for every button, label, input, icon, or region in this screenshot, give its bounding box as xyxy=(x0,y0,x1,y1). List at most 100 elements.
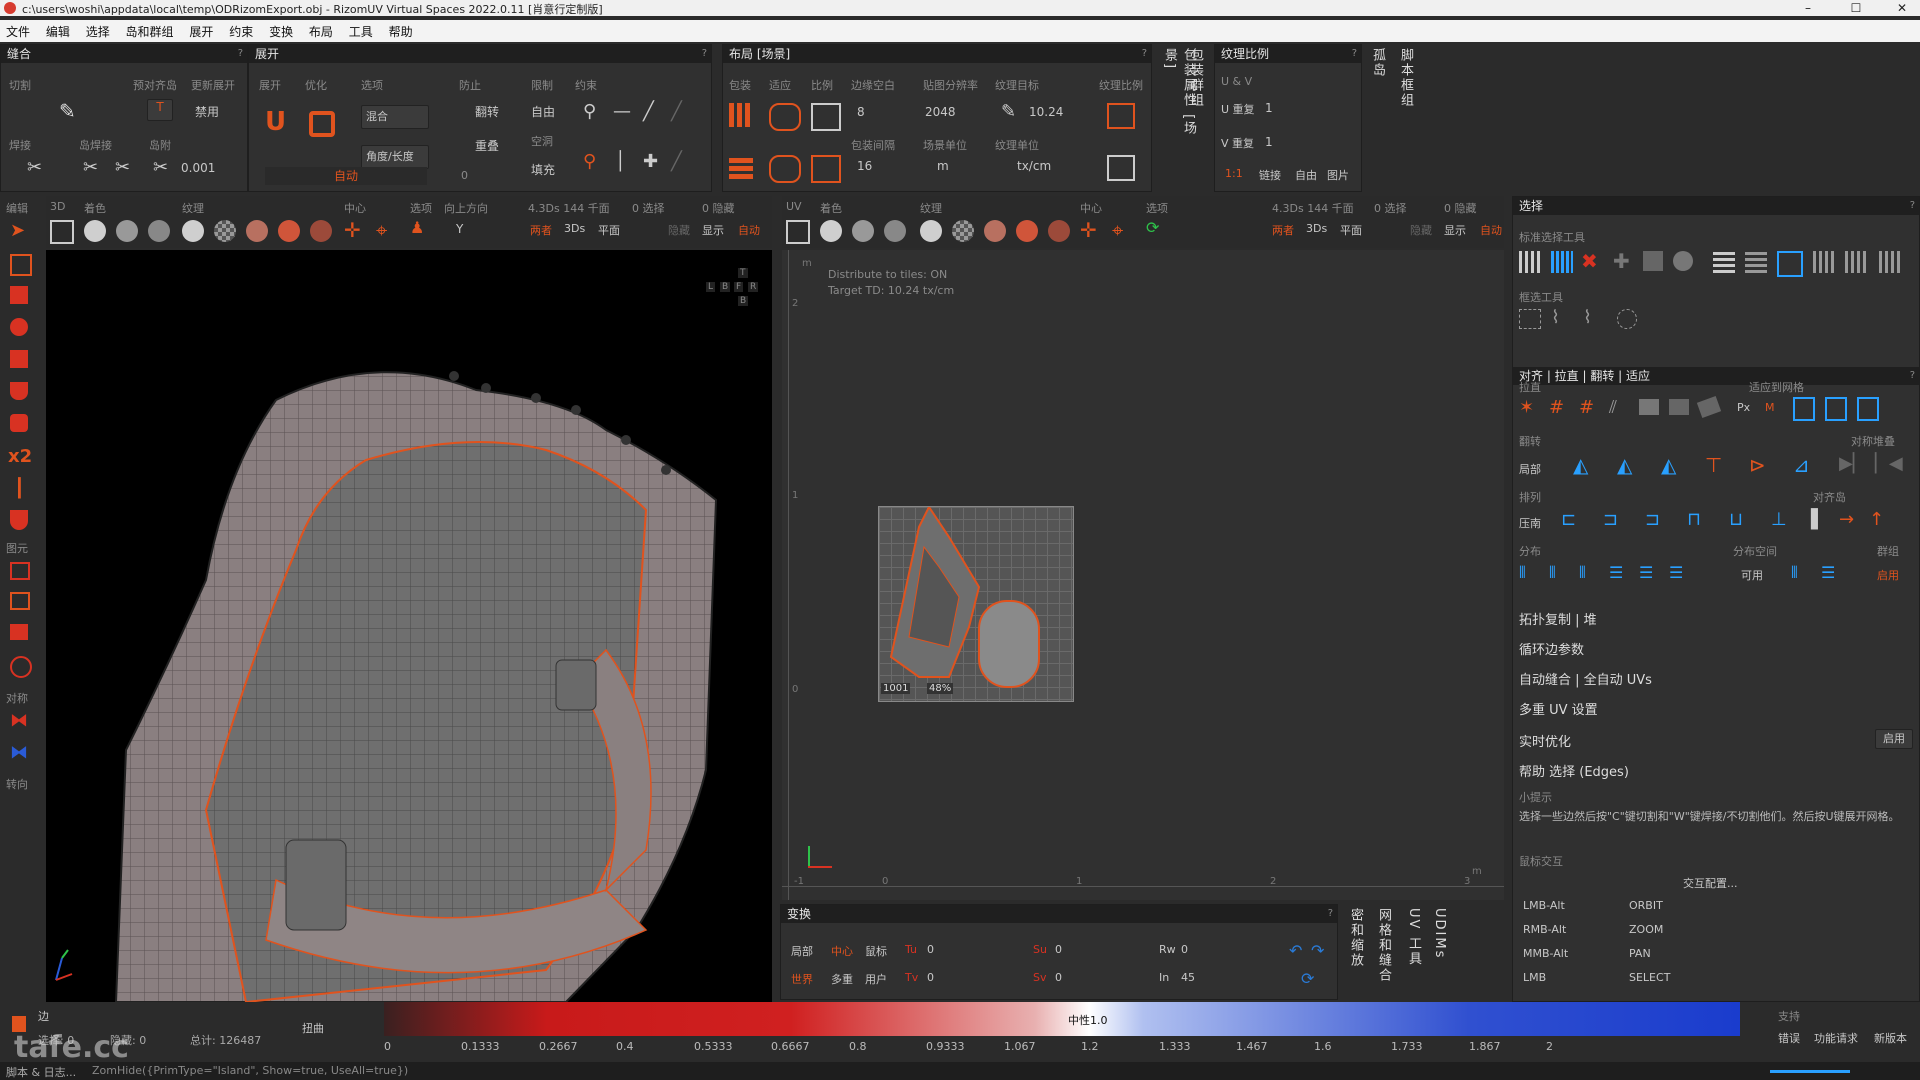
uv-center-icon[interactable]: ✛ xyxy=(1080,218,1097,242)
density-tab[interactable]: 密和缩放 xyxy=(1346,908,1365,992)
tv-field[interactable]: 0 xyxy=(927,971,934,984)
uv-heat-icon[interactable] xyxy=(1016,220,1038,242)
uv-3ds-button[interactable]: 3Ds xyxy=(1306,222,1327,235)
nav-left[interactable]: L xyxy=(706,282,716,292)
help-icon[interactable]: ? xyxy=(238,45,243,63)
uv-wire-icon[interactable] xyxy=(852,220,874,242)
help-icon[interactable]: ? xyxy=(1328,905,1333,923)
distribute-v-icon[interactable]: ☰ xyxy=(1609,563,1623,582)
align-island-right-icon[interactable]: → xyxy=(1839,509,1854,530)
pack-space-field[interactable]: 16 xyxy=(857,159,872,173)
symmetry-axis-icon[interactable]: ⧓ xyxy=(10,742,28,763)
nav-front[interactable]: F xyxy=(734,282,744,292)
group-enable-button[interactable]: 启用 xyxy=(1877,567,1899,583)
select-extra-icon[interactable] xyxy=(1879,251,1901,273)
nav-top[interactable]: T xyxy=(738,268,748,278)
eyedropper-icon[interactable]: ✎ xyxy=(1001,101,1016,122)
menu-islands[interactable]: 岛和群组 xyxy=(120,20,180,43)
grid-rotate-icon[interactable] xyxy=(1696,396,1722,418)
config-button[interactable]: 交互配置... xyxy=(1683,875,1738,891)
nav-right[interactable]: R xyxy=(748,282,759,292)
circle-select-icon[interactable] xyxy=(1617,309,1637,329)
island-weld-alt-icon[interactable]: ✂ xyxy=(115,157,130,178)
help-icon[interactable]: ? xyxy=(1352,45,1357,63)
auto-weld-icon[interactable]: ✂ xyxy=(153,157,168,178)
px-button[interactable]: Px xyxy=(1737,401,1750,414)
fit-grid2-icon[interactable] xyxy=(1825,397,1847,421)
errors-link[interactable]: 错误 xyxy=(1778,1030,1800,1046)
user-button[interactable]: 用户 xyxy=(865,971,887,987)
fit-icon[interactable] xyxy=(769,103,801,131)
pre-align-toggle[interactable]: T xyxy=(147,99,173,121)
nav-bottom[interactable]: B xyxy=(738,296,749,306)
menu-unfold[interactable]: 展开 xyxy=(183,20,219,43)
align-bottom-icon[interactable]: ⊥ xyxy=(1771,509,1787,530)
overlap-toggle[interactable]: 重叠 xyxy=(475,137,499,154)
auto-button[interactable]: 自动 xyxy=(738,222,760,238)
uv-grid-icon[interactable] xyxy=(884,220,906,242)
light-icon[interactable]: ♟ xyxy=(410,218,424,237)
select-col-icon[interactable] xyxy=(1845,251,1867,273)
edge-loop-section[interactable]: 循环边参数 xyxy=(1519,639,1584,658)
v-repeat-field[interactable]: 1 xyxy=(1265,135,1273,149)
multi-uv-section[interactable]: 多重 UV 设置 xyxy=(1519,699,1598,718)
flip-uv-icon[interactable]: ◭ xyxy=(1661,453,1676,477)
script-log-button[interactable]: 脚本 & 日志... xyxy=(6,1064,76,1080)
grid-icon[interactable] xyxy=(10,350,28,368)
help-icon[interactable]: ? xyxy=(1910,367,1915,385)
realtime-enable-button[interactable]: 启用 xyxy=(1875,729,1913,749)
menu-edit[interactable]: 编辑 xyxy=(40,20,76,43)
rotate-cw-icon[interactable]: ↷ xyxy=(1311,941,1324,960)
pack-icon[interactable] xyxy=(729,103,753,127)
frame-icon[interactable] xyxy=(50,220,74,244)
mesh-seams-tab[interactable]: 网格和缝合 xyxy=(1374,908,1393,992)
update-unfold-select[interactable]: 禁用 xyxy=(195,103,219,120)
dist-space-h-icon[interactable]: ⫴ xyxy=(1791,563,1798,583)
local-button[interactable]: 局部 xyxy=(791,943,813,959)
distort-sphere-icon[interactable] xyxy=(246,220,268,242)
menu-transform[interactable]: 变换 xyxy=(263,20,299,43)
realtime-optimize-section[interactable]: 实时优化 xyxy=(1519,731,1571,750)
island-weld-icon[interactable]: ✂ xyxy=(83,157,98,178)
grid-sphere-icon[interactable] xyxy=(148,220,170,242)
angle-length-select[interactable]: 角度/长度 xyxy=(361,145,429,169)
island-icon[interactable] xyxy=(1745,251,1767,273)
distribute-v2-icon[interactable]: ☰ xyxy=(1639,563,1653,582)
distort-mode-select[interactable]: 扭曲 xyxy=(302,1020,324,1036)
line-v-icon[interactable]: │ xyxy=(615,151,626,172)
mix-select[interactable]: 混合 xyxy=(361,105,429,129)
ratio-1-1-button[interactable]: 1:1 xyxy=(1225,167,1243,180)
align-island-up-icon[interactable]: ↑ xyxy=(1869,509,1884,530)
align-right-icon[interactable]: ⊐ xyxy=(1645,509,1660,530)
flat-sphere-icon[interactable] xyxy=(182,220,204,242)
flat-button[interactable]: 平面 xyxy=(598,222,620,238)
flip-u-icon[interactable]: ◭ xyxy=(1573,453,1588,477)
u-shape-icon[interactable] xyxy=(10,382,28,400)
uv-frame-icon[interactable] xyxy=(786,220,810,244)
viewport-3d[interactable]: T L B F R B xyxy=(46,250,772,1002)
fit-grid-icon[interactable] xyxy=(1793,397,1815,421)
shield-icon[interactable] xyxy=(10,510,28,530)
material-sphere-icon[interactable] xyxy=(310,220,332,242)
multi-button[interactable]: 多重 xyxy=(831,971,853,987)
checker-sphere-icon[interactable] xyxy=(214,220,236,242)
island-mode-icon[interactable] xyxy=(10,656,32,678)
border-icon[interactable] xyxy=(1777,251,1803,277)
rotate-180-icon[interactable]: ⊿ xyxy=(1793,453,1810,477)
rotate-neg90-icon[interactable]: ⊳ xyxy=(1749,453,1766,477)
pin-icon[interactable]: ⚲ xyxy=(583,101,596,122)
both-button[interactable]: 两者 xyxy=(530,222,552,238)
free-toggle[interactable]: 自由 xyxy=(531,103,555,120)
flip-v-icon[interactable]: ◭ xyxy=(1617,453,1632,477)
sphere-icon[interactable] xyxy=(10,318,28,336)
heat-sphere-icon[interactable] xyxy=(278,220,300,242)
uv-tools-tab[interactable]: UV 工具 xyxy=(1404,908,1423,968)
up-axis-select[interactable]: Y xyxy=(456,222,463,236)
pack-groups-tab[interactable]: 包装群组 xyxy=(1186,48,1205,108)
auto-button[interactable]: 自动 xyxy=(265,167,427,185)
uv-checker-icon[interactable] xyxy=(952,220,974,242)
avail-select[interactable]: 可用 xyxy=(1741,567,1763,583)
mouse-button[interactable]: 鼠标 xyxy=(865,943,887,959)
topo-copy-section[interactable]: 拓扑复制 | 堆 xyxy=(1519,609,1597,628)
select-arrow-icon[interactable]: ➤ xyxy=(10,220,25,241)
